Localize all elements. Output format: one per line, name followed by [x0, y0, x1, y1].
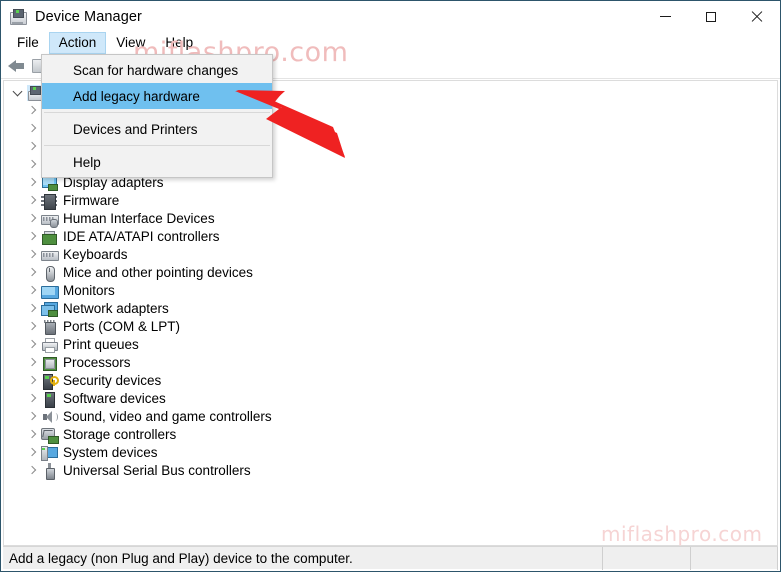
chevron-right-icon[interactable] [24, 210, 41, 228]
menu-help[interactable]: Help [155, 32, 203, 54]
printer-icon [41, 337, 58, 353]
tree-item-mice-and-other-pointing-devices[interactable]: Mice and other pointing devices [4, 264, 777, 282]
window-controls [642, 1, 780, 32]
chevron-right-icon[interactable] [24, 462, 41, 480]
tree-item-label: Software devices [63, 391, 166, 406]
chevron-right-icon[interactable] [24, 156, 41, 174]
tree-item-processors[interactable]: Processors [4, 354, 777, 372]
tree-item-label: Universal Serial Bus controllers [63, 463, 251, 478]
tree-item-ports-com-lpt[interactable]: Ports (COM & LPT) [4, 318, 777, 336]
chevron-right-icon[interactable] [24, 282, 41, 300]
menu-bar: File Action View Help [1, 32, 780, 54]
menu-file[interactable]: File [7, 32, 49, 54]
back-arrow-icon[interactable] [7, 57, 29, 75]
menu-item-help[interactable]: Help [42, 149, 272, 175]
tree-item-human-interface-devices[interactable]: Human Interface Devices [4, 210, 777, 228]
monitor-icon [41, 283, 59, 299]
tree-item-software-devices[interactable]: Software devices [4, 390, 777, 408]
chevron-right-icon[interactable] [24, 138, 41, 156]
chevron-right-icon[interactable] [24, 228, 41, 246]
tree-item-storage-controllers[interactable]: Storage controllers [4, 426, 777, 444]
port-icon [41, 319, 57, 335]
chevron-right-icon[interactable] [24, 444, 41, 462]
tree-item-system-devices[interactable]: System devices [4, 444, 777, 462]
window-title: Device Manager [35, 8, 142, 25]
maximize-icon [706, 11, 716, 22]
status-message: Add a legacy (non Plug and Play) device … [3, 546, 603, 570]
tree-item-security-devices[interactable]: Security devices [4, 372, 777, 390]
menu-action[interactable]: Action [48, 32, 107, 54]
tree-item-label: Human Interface Devices [63, 211, 215, 226]
chevron-right-icon[interactable] [24, 120, 41, 138]
status-bar: Add a legacy (non Plug and Play) device … [3, 546, 778, 570]
tree-item-ide-ata-atapi-controllers[interactable]: IDE ATA/ATAPI controllers [4, 228, 777, 246]
network-adapter-icon [41, 301, 58, 317]
chevron-right-icon[interactable] [24, 102, 41, 120]
ide-controller-icon [41, 229, 57, 245]
device-manager-icon [9, 8, 27, 26]
chevron-right-icon[interactable] [24, 426, 41, 444]
keyboard-icon [41, 247, 59, 263]
tree-item-keyboards[interactable]: Keyboards [4, 246, 777, 264]
system-device-icon [41, 445, 58, 461]
menu-item-add-legacy-hardware[interactable]: Add legacy hardware [42, 83, 272, 109]
security-device-icon [41, 373, 59, 390]
firmware-icon [41, 193, 57, 210]
tree-item-label: Storage controllers [63, 427, 177, 442]
menu-separator [44, 112, 270, 113]
tree-item-label: IDE ATA/ATAPI controllers [63, 229, 220, 244]
tree-item-label: Sound, video and game controllers [63, 409, 272, 424]
tree-item-label: Mice and other pointing devices [63, 265, 253, 280]
status-segment-1 [603, 546, 691, 570]
chevron-right-icon[interactable] [24, 318, 41, 336]
tree-item-universal-serial-bus-controllers[interactable]: Universal Serial Bus controllers [4, 462, 777, 480]
sound-controller-icon [41, 409, 58, 425]
tree-item-label: Network adapters [63, 301, 169, 316]
chevron-down-icon[interactable] [10, 84, 27, 102]
chevron-right-icon[interactable] [24, 246, 41, 264]
close-button[interactable] [734, 1, 780, 32]
chevron-right-icon[interactable] [24, 336, 41, 354]
tree-item-network-adapters[interactable]: Network adapters [4, 300, 777, 318]
tree-item-print-queues[interactable]: Print queues [4, 336, 777, 354]
usb-controller-icon [41, 463, 57, 480]
menu-item-devices-and-printers[interactable]: Devices and Printers [42, 116, 272, 142]
menu-item-scan-for-hardware-changes[interactable]: Scan for hardware changes [42, 57, 272, 83]
menu-separator [44, 145, 270, 146]
tree-item-firmware[interactable]: Firmware [4, 192, 777, 210]
chevron-right-icon[interactable] [24, 354, 41, 372]
maximize-button[interactable] [688, 1, 734, 32]
action-dropdown-menu: Scan for hardware changes Add legacy har… [41, 54, 273, 178]
tree-item-label: System devices [63, 445, 158, 460]
chevron-right-icon[interactable] [24, 390, 41, 408]
tree-item-label: Security devices [63, 373, 162, 388]
chevron-right-icon[interactable] [24, 300, 41, 318]
tree-item-sound-video-and-game-controllers[interactable]: Sound, video and game controllers [4, 408, 777, 426]
tree-item-monitors[interactable]: Monitors [4, 282, 777, 300]
status-segment-2 [691, 546, 778, 570]
minimize-icon [659, 16, 671, 17]
mouse-icon [41, 265, 57, 282]
chevron-right-icon[interactable] [24, 372, 41, 390]
tree-item-label: Firmware [63, 193, 120, 208]
chevron-right-icon[interactable] [24, 174, 41, 192]
tree-item-label: Monitors [63, 283, 115, 298]
chevron-right-icon[interactable] [24, 264, 41, 282]
chevron-right-icon[interactable] [24, 408, 41, 426]
chevron-right-icon[interactable] [24, 192, 41, 210]
tree-item-label: Print queues [63, 337, 139, 352]
tree-item-label: Keyboards [63, 247, 128, 262]
tree-item-label: Processors [63, 355, 131, 370]
device-manager-window: Device Manager File Action View Help Dis… [0, 0, 781, 572]
processor-icon [41, 355, 57, 371]
title-bar: Device Manager [1, 1, 780, 32]
tree-item-label: Ports (COM & LPT) [63, 319, 181, 334]
menu-view[interactable]: View [106, 32, 155, 54]
close-icon [751, 11, 763, 23]
storage-controller-icon [41, 427, 59, 444]
software-device-icon [41, 391, 57, 408]
minimize-button[interactable] [642, 1, 688, 32]
hid-icon [41, 211, 59, 228]
